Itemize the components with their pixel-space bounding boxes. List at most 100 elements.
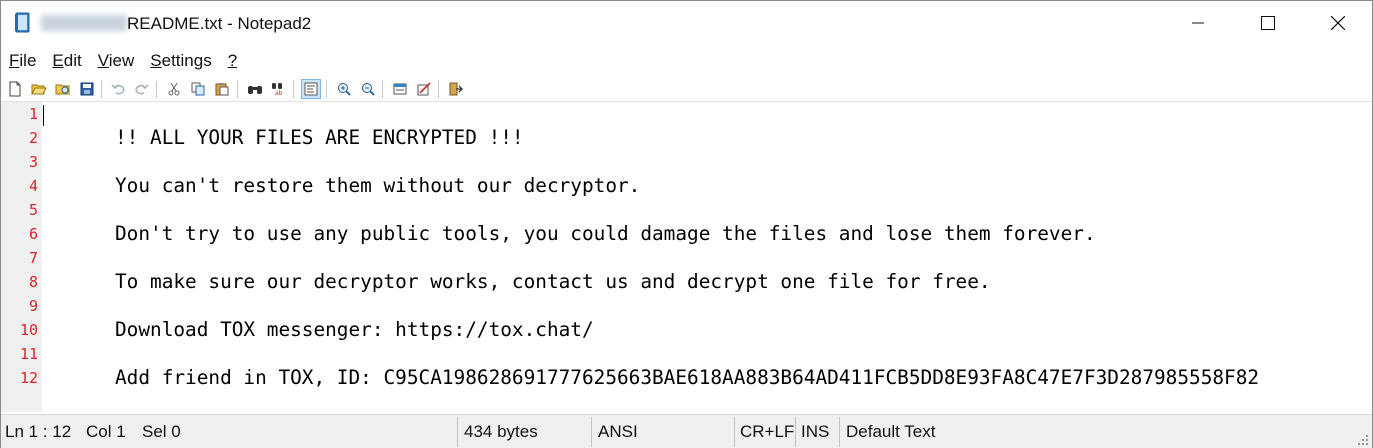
menu-help-mnemonic: ?	[227, 51, 238, 70]
text-line: You can't restore them without our decry…	[115, 174, 641, 197]
line-number-gutter: 1 2 3 4 5 6 7 8 9 10 11 12	[1, 102, 42, 412]
text-line: !! ALL YOUR FILES ARE ENCRYPTED !!!	[115, 126, 524, 149]
minimize-button[interactable]	[1163, 1, 1233, 45]
menu-edit-label: dit	[63, 51, 82, 70]
menu-help[interactable]: ?	[220, 48, 245, 74]
menu-bar: File Edit View Settings ?	[1, 48, 245, 74]
status-divider	[591, 417, 592, 447]
line-number: 10	[19, 321, 38, 339]
menu-settings[interactable]: Settings	[142, 48, 219, 74]
toolbar-separator	[237, 81, 238, 98]
copy-icon	[191, 82, 205, 96]
open-file-icon	[31, 82, 47, 96]
status-size: 434 bytes	[464, 422, 538, 441]
line-number: 6	[28, 225, 38, 243]
toolbar-separator	[101, 81, 102, 98]
status-column[interactable]: Col 1	[86, 415, 126, 448]
window-title: README.txt - Notepad2	[127, 14, 312, 33]
zoom-out-button[interactable]	[358, 79, 378, 99]
menu-view[interactable]: View	[90, 48, 143, 74]
line-number: 9	[28, 297, 38, 315]
status-bar: Ln 1 : 12 Col 1 Sel 0 434 bytes ANSI CR+…	[1, 414, 1372, 448]
word-wrap-toggle[interactable]	[301, 79, 321, 99]
line-number: 1	[28, 105, 38, 123]
line-number: 7	[28, 249, 38, 267]
status-position[interactable]: Ln 1 : 12	[5, 415, 71, 448]
new-file-button[interactable]	[5, 79, 25, 99]
toolbar-separator	[382, 81, 383, 98]
text-line: Download TOX messenger: https://tox.chat…	[115, 318, 594, 341]
status-divider	[734, 417, 735, 447]
status-selection[interactable]: Sel 0	[142, 415, 181, 448]
scheme-icon	[393, 82, 407, 96]
maximize-icon	[1261, 16, 1275, 30]
redo-icon	[135, 82, 149, 96]
menu-edit-mnemonic: E	[52, 51, 64, 70]
line-number: 3	[28, 153, 38, 171]
status-divider	[839, 417, 840, 447]
word-wrap-icon	[304, 82, 318, 96]
toolbar-separator	[156, 81, 157, 98]
redo-button[interactable]	[132, 79, 152, 99]
cut-icon	[167, 82, 181, 96]
cut-button[interactable]	[164, 79, 184, 99]
toolbar-separator	[326, 81, 327, 98]
resize-grip-icon[interactable]	[1357, 433, 1369, 445]
undo-icon	[111, 82, 125, 96]
line-number: 5	[28, 201, 38, 219]
title-bar[interactable]: README.txt - Notepad2	[1, 1, 1372, 45]
status-scheme[interactable]: Default Text	[846, 415, 935, 448]
open-file-button[interactable]	[29, 79, 49, 99]
menu-file-label: ile	[19, 51, 37, 70]
svg-text:ab: ab	[275, 90, 283, 96]
save-icon	[80, 82, 94, 96]
find-icon	[247, 82, 263, 96]
menu-file-mnemonic: F	[9, 51, 20, 70]
editor-area[interactable]: 1 2 3 4 5 6 7 8 9 10 11 12 !! ALL YOUR F…	[1, 102, 1372, 412]
toolbar: ab	[1, 77, 1372, 102]
copy-button[interactable]	[188, 79, 208, 99]
line-number: 12	[19, 369, 38, 387]
status-encoding[interactable]: ANSI	[598, 415, 638, 448]
browse-icon	[55, 82, 71, 96]
text-line: Don't try to use any public tools, you c…	[115, 222, 1096, 245]
line-number: 11	[19, 345, 38, 363]
scheme-button[interactable]	[390, 79, 410, 99]
browse-button[interactable]	[53, 79, 73, 99]
customize-icon	[417, 82, 431, 96]
status-insert-mode[interactable]: INS	[801, 415, 829, 448]
zoom-out-icon	[361, 82, 375, 96]
toolbar-separator	[438, 81, 439, 98]
menu-edit[interactable]: Edit	[44, 48, 89, 74]
menu-view-label: iew	[108, 51, 135, 70]
close-button[interactable]	[1303, 1, 1373, 45]
line-number: 2	[28, 129, 38, 147]
paste-icon	[215, 82, 229, 96]
replace-button[interactable]: ab	[269, 79, 289, 99]
maximize-button[interactable]	[1233, 1, 1303, 45]
line-number: 4	[28, 177, 38, 195]
toolbar-separator	[293, 81, 294, 98]
status-divider	[457, 417, 458, 447]
undo-button[interactable]	[108, 79, 128, 99]
status-line-ending[interactable]: CR+LF	[740, 415, 794, 448]
zoom-in-icon	[337, 82, 351, 96]
menu-view-mnemonic: V	[97, 51, 109, 70]
text-line: Add friend in TOX, ID: C95CA198628691777…	[115, 366, 1260, 389]
zoom-in-button[interactable]	[334, 79, 354, 99]
line-number: 8	[28, 273, 38, 291]
new-file-icon	[8, 81, 22, 97]
menu-file[interactable]: File	[1, 48, 44, 74]
save-button[interactable]	[77, 79, 97, 99]
notepad-icon	[14, 12, 32, 34]
text-line: To make sure our decryptor works, contac…	[115, 270, 991, 293]
redacted-filename-prefix	[41, 15, 127, 31]
close-icon	[1331, 16, 1345, 30]
find-button[interactable]	[245, 79, 265, 99]
paste-button[interactable]	[212, 79, 232, 99]
menu-settings-label: ettings	[161, 51, 212, 70]
exit-button[interactable]	[446, 79, 466, 99]
replace-icon: ab	[271, 82, 287, 96]
customize-button[interactable]	[414, 79, 434, 99]
exit-icon	[449, 82, 463, 96]
